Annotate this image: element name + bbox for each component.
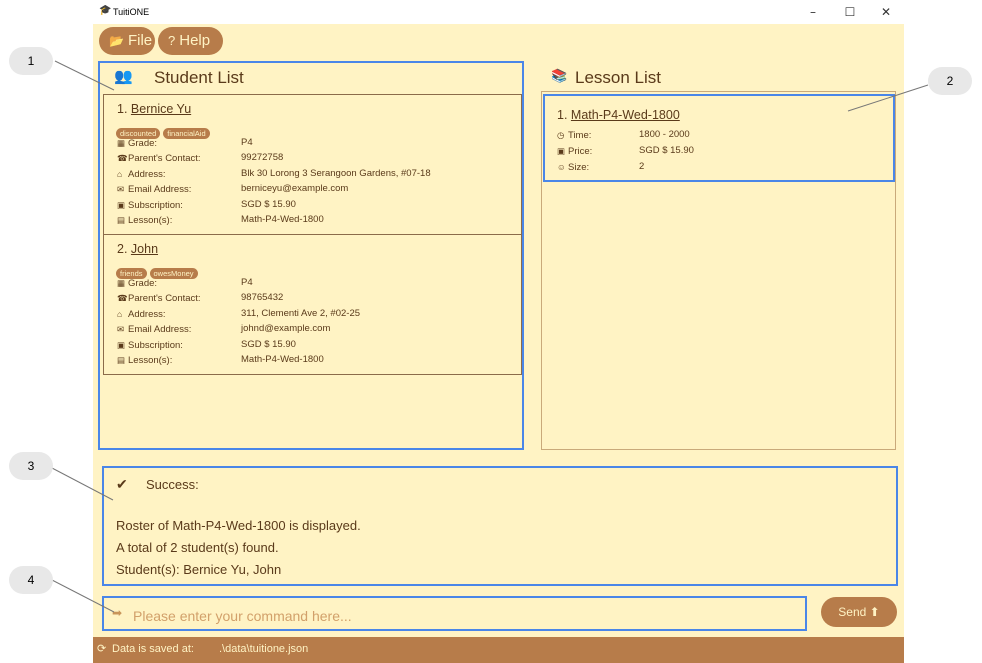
callout-leader-lines bbox=[51, 60, 929, 613]
callout-line bbox=[847, 84, 929, 112]
callout-2: 2 bbox=[928, 67, 972, 95]
callout-line bbox=[51, 467, 114, 501]
callout-line bbox=[54, 60, 115, 91]
callout-4: 4 bbox=[9, 566, 53, 594]
callout-line bbox=[51, 579, 115, 613]
callout-1: 1 bbox=[9, 47, 53, 75]
callout-3: 3 bbox=[9, 452, 53, 480]
